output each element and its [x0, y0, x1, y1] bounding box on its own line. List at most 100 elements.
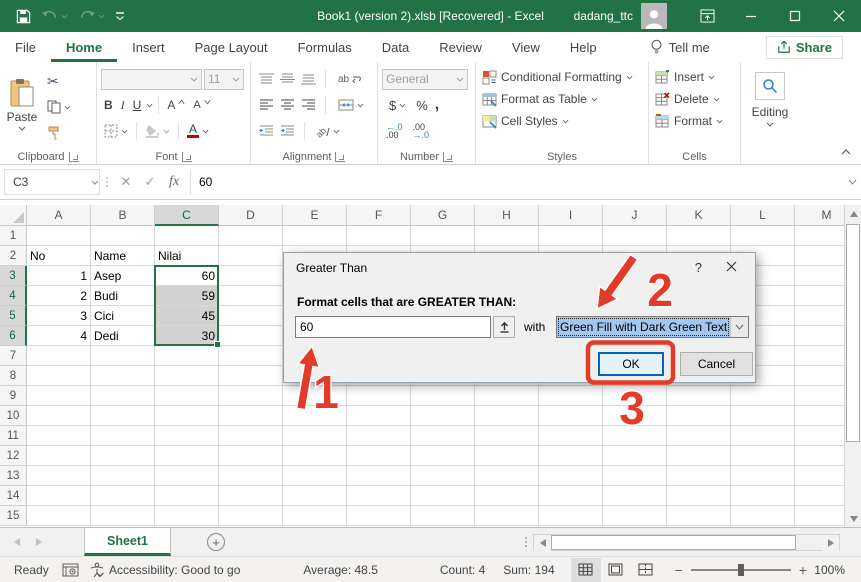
cell-J1[interactable] — [603, 226, 667, 246]
cell-F13[interactable] — [347, 466, 411, 486]
horizontal-scrollbar[interactable] — [533, 534, 840, 551]
ribbon-tab-view[interactable]: View — [497, 32, 555, 62]
row-header-3[interactable]: 3 — [0, 266, 27, 286]
cell-A5[interactable]: 3 — [27, 306, 91, 326]
cell-M12[interactable] — [795, 446, 844, 466]
ribbon-tab-home[interactable]: Home — [51, 32, 117, 62]
dialog-launcher-icon[interactable] — [69, 152, 79, 162]
column-header-M[interactable]: M — [795, 205, 844, 226]
cell-E13[interactable] — [283, 466, 347, 486]
column-header-C[interactable]: C — [155, 205, 219, 226]
bold-button[interactable]: B — [101, 94, 116, 116]
cell-H11[interactable] — [475, 426, 539, 446]
cell-K9[interactable] — [667, 386, 731, 406]
cell-D15[interactable] — [219, 506, 283, 526]
cell-C12[interactable] — [155, 446, 219, 466]
cell-M15[interactable] — [795, 506, 844, 526]
row-header-9[interactable]: 9 — [0, 386, 27, 406]
cell-D5[interactable] — [219, 306, 283, 326]
status-sum[interactable]: Sum: 194 — [503, 563, 554, 577]
zoom-in-icon[interactable]: + — [799, 562, 807, 578]
cell-styles-button[interactable]: Cell Styles — [480, 110, 644, 132]
font-size-combo[interactable]: 11 — [204, 69, 244, 90]
cell-F12[interactable] — [347, 446, 411, 466]
cell-M14[interactable] — [795, 486, 844, 506]
scroll-up-icon[interactable] — [845, 205, 861, 222]
cell-G15[interactable] — [411, 506, 475, 526]
cell-C13[interactable] — [155, 466, 219, 486]
cell-M3[interactable] — [795, 266, 844, 286]
align-right-icon[interactable] — [301, 99, 316, 111]
row-header-10[interactable]: 10 — [0, 406, 27, 426]
page-layout-view-icon[interactable] — [601, 558, 631, 582]
cell-D12[interactable] — [219, 446, 283, 466]
percent-style-button[interactable]: % — [416, 98, 428, 113]
cell-K1[interactable] — [667, 226, 731, 246]
cell-L10[interactable] — [731, 406, 795, 426]
cell-M9[interactable] — [795, 386, 844, 406]
italic-button[interactable]: I — [118, 94, 128, 116]
column-header-B[interactable]: B — [91, 205, 155, 226]
avatar[interactable] — [641, 3, 667, 29]
align-left-icon[interactable] — [259, 99, 274, 111]
increase-decimal-button[interactable]: ←.0.00 — [386, 123, 403, 139]
ribbon-tab-review[interactable]: Review — [424, 32, 497, 62]
ribbon-tab-page-layout[interactable]: Page Layout — [180, 32, 283, 62]
row-header-4[interactable]: 4 — [0, 286, 27, 306]
conditional-formatting-button[interactable]: Conditional Formatting — [480, 66, 644, 88]
increase-indent-icon[interactable] — [280, 125, 295, 137]
zoom-slider[interactable] — [691, 569, 791, 571]
minimize-button[interactable] — [729, 0, 773, 32]
cell-K11[interactable] — [667, 426, 731, 446]
number-format-combo[interactable]: General — [382, 69, 468, 90]
dialog-title-bar[interactable]: Greater Than ? — [284, 253, 755, 282]
cell-D7[interactable] — [219, 346, 283, 366]
cell-D9[interactable] — [219, 386, 283, 406]
cell-J9[interactable] — [603, 386, 667, 406]
cell-C5[interactable]: 45 — [155, 306, 219, 326]
cell-C4[interactable]: 59 — [155, 286, 219, 306]
column-header-A[interactable]: A — [27, 205, 91, 226]
ribbon-tab-file[interactable]: File — [0, 32, 51, 62]
column-header-F[interactable]: F — [347, 205, 411, 226]
cell-E15[interactable] — [283, 506, 347, 526]
ribbon-tab-data[interactable]: Data — [367, 32, 424, 62]
decrease-font-button[interactable]: A — [190, 94, 213, 116]
cell-G14[interactable] — [411, 486, 475, 506]
cell-G1[interactable] — [411, 226, 475, 246]
cell-D1[interactable] — [219, 226, 283, 246]
cell-I11[interactable] — [539, 426, 603, 446]
tell-me-box[interactable]: Tell me — [650, 39, 710, 55]
cell-F11[interactable] — [347, 426, 411, 446]
cell-M7[interactable] — [795, 346, 844, 366]
cell-H13[interactable] — [475, 466, 539, 486]
select-all-corner[interactable] — [0, 205, 27, 226]
cell-A11[interactable] — [27, 426, 91, 446]
orientation-button[interactable]: ab — [314, 120, 343, 142]
new-sheet-button[interactable]: + — [207, 533, 225, 551]
cell-B13[interactable] — [91, 466, 155, 486]
cell-M13[interactable] — [795, 466, 844, 486]
zoom-level[interactable]: 100% — [809, 563, 861, 577]
cell-M8[interactable] — [795, 366, 844, 386]
dialog-close-icon[interactable] — [726, 261, 737, 275]
cell-B14[interactable] — [91, 486, 155, 506]
cancel-entry-icon[interactable]: ✕ — [114, 170, 138, 194]
cell-G12[interactable] — [411, 446, 475, 466]
delete-cells-button[interactable]: Delete — [653, 88, 736, 110]
cell-J12[interactable] — [603, 446, 667, 466]
threshold-value-input[interactable] — [295, 316, 491, 338]
font-color-button[interactable]: A — [184, 120, 212, 142]
enter-entry-icon[interactable]: ✓ — [138, 170, 162, 194]
cell-G13[interactable] — [411, 466, 475, 486]
cell-H14[interactable] — [475, 486, 539, 506]
cell-A4[interactable]: 2 — [27, 286, 91, 306]
cell-B12[interactable] — [91, 446, 155, 466]
cell-H1[interactable] — [475, 226, 539, 246]
status-count[interactable]: Count: 4 — [440, 563, 485, 577]
copy-button[interactable] — [44, 96, 92, 118]
increase-font-button[interactable]: A — [164, 94, 188, 116]
zoom-slider-thumb[interactable] — [738, 564, 744, 576]
comma-style-button[interactable]: , — [435, 96, 439, 114]
column-header-L[interactable]: L — [731, 205, 795, 226]
